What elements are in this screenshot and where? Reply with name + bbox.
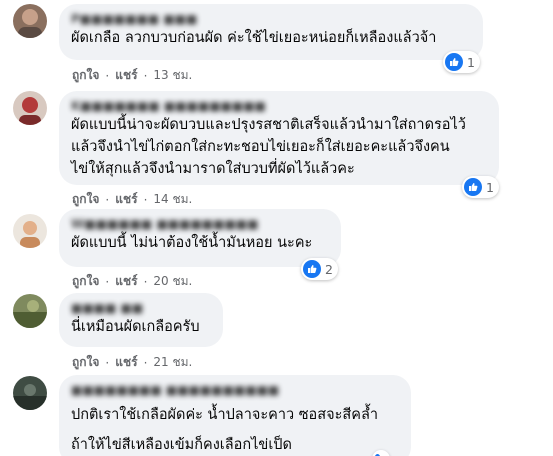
avatar[interactable] bbox=[13, 214, 47, 248]
comment-author[interactable]: K■■■■■■■ ■■■■■■■■■ bbox=[71, 98, 487, 114]
like-thumb-icon bbox=[303, 260, 321, 278]
avatar[interactable] bbox=[13, 91, 47, 125]
avatar[interactable] bbox=[13, 376, 47, 410]
comment-text-line: ปกติเราใช้เกลือผัดค่ะ น้ำปลาจะคาว ซอสจะส… bbox=[71, 407, 378, 423]
comment-actions: ถูกใจ · แชร์ · 21 ชม. bbox=[72, 353, 192, 372]
like-link[interactable]: ถูกใจ bbox=[72, 272, 99, 291]
comment-author[interactable]: ■■■■■■■■ ■■■■■■■■■■ bbox=[71, 382, 399, 398]
separator: · bbox=[105, 68, 110, 83]
comment-text: ผัดแบบนี้ ไม่น่าต้องใช้น้ำมันหอย นะคะ bbox=[71, 235, 313, 251]
comment-bubble: P■■■■■■■ ■■■ ผัดเกลือ ลวกบวบก่อนผัด ค่ะใ… bbox=[59, 4, 483, 60]
share-link[interactable]: แชร์ bbox=[115, 353, 137, 372]
comment-actions: ถูกใจ · แชร์ · 20 ชม. bbox=[72, 272, 192, 291]
comment-text-line: ผัดแบบนี้น่าจะผัดบวบและปรุงรสชาติเสร็จแล… bbox=[71, 117, 466, 133]
separator: · bbox=[105, 355, 110, 370]
comment-author[interactable]: P■■■■■■■ ■■■ bbox=[71, 11, 471, 27]
separator: · bbox=[143, 355, 148, 370]
avatar[interactable] bbox=[13, 294, 47, 328]
timestamp[interactable]: 20 ชม. bbox=[153, 272, 192, 291]
comment-actions: ถูกใจ · แชร์ · 14 ชม. bbox=[72, 190, 192, 209]
share-link[interactable]: แชร์ bbox=[115, 190, 137, 209]
comment-bubble: ■■■■ ■■ นี่เหมือนผัดเกลือครับ bbox=[59, 293, 223, 347]
reaction-count-badge[interactable]: 1 bbox=[443, 51, 480, 73]
like-link[interactable]: ถูกใจ bbox=[72, 353, 99, 372]
share-link[interactable]: แชร์ bbox=[115, 272, 137, 291]
reaction-count: 1 bbox=[467, 54, 475, 70]
like-thumb-icon bbox=[464, 178, 482, 196]
reaction-count: 1 bbox=[486, 179, 494, 195]
separator: · bbox=[143, 68, 148, 83]
comment-text-line: ถ้าให้ไข่สีเหลืองเข้มก็คงเลือกไข่เป็ด bbox=[71, 437, 292, 453]
separator: · bbox=[143, 274, 148, 289]
comment-text-line: แล้วจึงนำไข่ไก่ตอกใส่กะทะชอบไข่เยอะก็ใส่… bbox=[71, 139, 450, 155]
comment-bubble: K■■■■■■■ ■■■■■■■■■ ผัดแบบนี้น่าจะผัดบวบแ… bbox=[59, 91, 499, 185]
like-link[interactable]: ถูกใจ bbox=[72, 190, 99, 209]
comment-author[interactable]: ■■■■ ■■ bbox=[71, 300, 211, 316]
separator: · bbox=[105, 192, 110, 207]
timestamp[interactable]: 13 ชม. bbox=[153, 66, 192, 85]
comment-bubble: W■■■■■■ ■■■■■■■■■ ผัดแบบนี้ ไม่น่าต้องใช… bbox=[59, 209, 341, 267]
comment-text-line: ไข่ให้สุกแล้วจึงนำมาราดใส่บวบที่ผัดไว้แล… bbox=[71, 161, 355, 177]
comment-actions: ถูกใจ · แชร์ · 13 ชม. bbox=[72, 66, 192, 85]
comment-bubble: ■■■■■■■■ ■■■■■■■■■■ ปกติเราใช้เกลือผัดค่… bbox=[59, 375, 411, 456]
timestamp[interactable]: 14 ชม. bbox=[153, 190, 192, 209]
like-thumb-icon bbox=[445, 53, 463, 71]
avatar[interactable] bbox=[13, 4, 47, 38]
comment-text: ผัดเกลือ ลวกบวบก่อนผัด ค่ะใช้ไข่เยอะหน่อ… bbox=[71, 30, 437, 46]
reaction-count-badge[interactable]: 2 bbox=[301, 258, 338, 280]
timestamp[interactable]: 21 ชม. bbox=[153, 353, 192, 372]
separator: · bbox=[105, 274, 110, 289]
comment-text: นี่เหมือนผัดเกลือครับ bbox=[71, 319, 200, 335]
separator: · bbox=[143, 192, 148, 207]
comment-author[interactable]: W■■■■■■ ■■■■■■■■■ bbox=[71, 216, 329, 232]
reaction-count-badge[interactable]: 1 bbox=[462, 176, 499, 198]
reaction-count: 2 bbox=[325, 261, 333, 277]
like-link[interactable]: ถูกใจ bbox=[72, 66, 99, 85]
share-link[interactable]: แชร์ bbox=[115, 66, 137, 85]
